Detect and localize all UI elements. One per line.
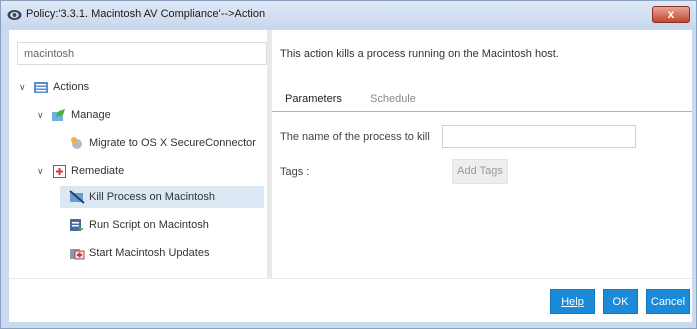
cancel-button[interactable]: Cancel (646, 289, 690, 314)
add-tags-button[interactable]: Add Tags (452, 159, 508, 184)
title-bar[interactable]: Policy:'3.3.1. Macintosh AV Compliance'-… (1, 1, 696, 29)
left-panel: ∨ Actions ∨ Manage Migrate to OS X Secur… (9, 30, 267, 278)
tree-node-manage-label: Manage (71, 109, 111, 121)
updates-icon (69, 246, 85, 260)
tree-item-start-updates-label: Start Macintosh Updates (89, 247, 210, 259)
tree-item-run-script[interactable]: Run Script on Macintosh (69, 214, 209, 236)
tree-item-run-script-label: Run Script on Macintosh (89, 219, 209, 231)
tab-divider (272, 111, 692, 112)
ok-button[interactable]: OK (603, 289, 638, 314)
tree-item-start-updates[interactable]: Start Macintosh Updates (69, 242, 209, 264)
tags-label: Tags : (280, 166, 310, 178)
process-name-label: The name of the process to kill (280, 131, 430, 143)
chevron-down-icon[interactable]: ∨ (19, 82, 31, 93)
search-input[interactable] (17, 42, 267, 65)
chevron-down-icon[interactable]: ∨ (37, 166, 49, 177)
kill-process-icon (69, 190, 85, 204)
tree-node-migrate-label: Migrate to OS X SecureConnector (89, 137, 256, 149)
dialog-content: ∨ Actions ∨ Manage Migrate to OS X Secur… (9, 30, 692, 322)
tree-node-manage[interactable]: ∨ Manage (37, 104, 111, 126)
dialog-window: Policy:'3.3.1. Macintosh AV Compliance'-… (0, 0, 697, 329)
help-button[interactable]: Help (550, 289, 595, 314)
tab-parameters[interactable]: Parameters (285, 93, 342, 105)
action-description: This action kills a process running on t… (280, 48, 559, 60)
process-name-input[interactable] (442, 125, 636, 148)
tree-node-actions-label: Actions (53, 81, 90, 93)
window-title: Policy:'3.3.1. Macintosh AV Compliance'-… (26, 8, 266, 20)
policy-eye-icon (7, 10, 22, 20)
close-button[interactable]: x (652, 6, 690, 23)
chevron-down-icon[interactable]: ∨ (37, 110, 49, 121)
tree-node-actions[interactable]: ∨ Actions (19, 76, 89, 98)
right-panel: This action kills a process running on t… (272, 30, 692, 278)
tree-node-migrate[interactable]: Migrate to OS X SecureConnector (69, 132, 256, 154)
script-icon (69, 218, 85, 232)
remediate-plus-icon (51, 164, 67, 178)
list-icon (33, 80, 49, 94)
tab-schedule[interactable]: Schedule (370, 93, 416, 105)
manage-icon (51, 108, 67, 122)
tree-node-remediate-label: Remediate (71, 165, 125, 177)
footer-divider (9, 278, 692, 279)
migrate-icon (69, 136, 85, 150)
tree-item-kill-process[interactable]: Kill Process on Macintosh (60, 186, 264, 208)
tree-item-kill-process-label: Kill Process on Macintosh (89, 191, 215, 203)
tree-node-remediate[interactable]: ∨ Remediate (37, 160, 124, 182)
